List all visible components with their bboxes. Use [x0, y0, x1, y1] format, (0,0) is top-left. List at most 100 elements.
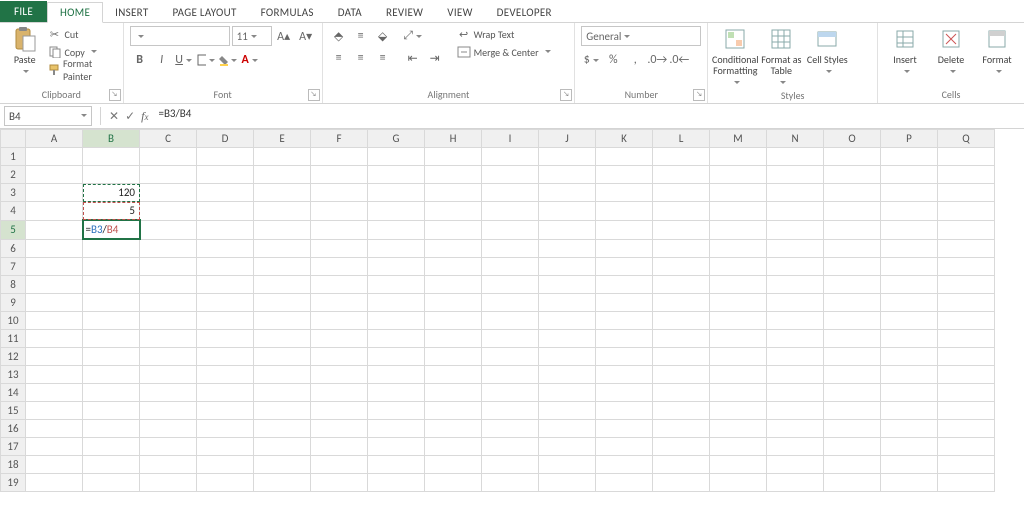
- cell-I6[interactable]: [482, 239, 539, 258]
- insert-cells-dropdown-icon[interactable]: [901, 67, 910, 78]
- cell-M5[interactable]: [710, 220, 767, 239]
- cell-E9[interactable]: [254, 294, 311, 312]
- format-as-table-dropdown-icon[interactable]: [777, 78, 786, 89]
- cell-N3[interactable]: [767, 184, 824, 202]
- cell-O14[interactable]: [824, 384, 881, 402]
- cell-I18[interactable]: [482, 456, 539, 474]
- cell-I5[interactable]: [482, 220, 539, 239]
- cell-F5[interactable]: [311, 220, 368, 239]
- italic-button[interactable]: I: [152, 50, 172, 70]
- cell-Q9[interactable]: [938, 294, 995, 312]
- cell-N5[interactable]: [767, 220, 824, 239]
- cell-C2[interactable]: [140, 166, 197, 184]
- align-bottom-button[interactable]: ⬙: [373, 26, 393, 46]
- cell-L18[interactable]: [653, 456, 710, 474]
- cell-Q8[interactable]: [938, 276, 995, 294]
- cell-Q12[interactable]: [938, 348, 995, 366]
- percent-format-button[interactable]: %: [603, 50, 623, 70]
- cell-M7[interactable]: [710, 258, 767, 276]
- cell-I15[interactable]: [482, 402, 539, 420]
- cell-E5[interactable]: [254, 220, 311, 239]
- format-cells-button[interactable]: Format: [976, 26, 1018, 78]
- cell-M1[interactable]: [710, 148, 767, 166]
- column-header-I[interactable]: I: [482, 130, 539, 148]
- bold-button[interactable]: B: [130, 50, 150, 70]
- cell-P6[interactable]: [881, 239, 938, 258]
- cell-K9[interactable]: [596, 294, 653, 312]
- cell-B1[interactable]: [83, 148, 140, 166]
- cell-P9[interactable]: [881, 294, 938, 312]
- cell-P13[interactable]: [881, 366, 938, 384]
- align-top-button[interactable]: ⬘: [329, 26, 349, 46]
- cell-N19[interactable]: [767, 474, 824, 492]
- cell-B10[interactable]: [83, 312, 140, 330]
- cell-C8[interactable]: [140, 276, 197, 294]
- cell-O12[interactable]: [824, 348, 881, 366]
- cell-M16[interactable]: [710, 420, 767, 438]
- accounting-format-button[interactable]: $: [581, 50, 601, 70]
- cell-F14[interactable]: [311, 384, 368, 402]
- format-cells-dropdown-icon[interactable]: [993, 67, 1002, 78]
- underline-button[interactable]: U: [174, 50, 194, 70]
- conditional-formatting-dropdown-icon[interactable]: [731, 78, 740, 89]
- name-box[interactable]: B4: [4, 106, 92, 126]
- cell-N11[interactable]: [767, 330, 824, 348]
- cell-G13[interactable]: [368, 366, 425, 384]
- cell-K4[interactable]: [596, 202, 653, 221]
- cell-M13[interactable]: [710, 366, 767, 384]
- cell-P8[interactable]: [881, 276, 938, 294]
- cell-C12[interactable]: [140, 348, 197, 366]
- cell-N13[interactable]: [767, 366, 824, 384]
- cell-L19[interactable]: [653, 474, 710, 492]
- cell-C3[interactable]: [140, 184, 197, 202]
- cell-G17[interactable]: [368, 438, 425, 456]
- cell-D15[interactable]: [197, 402, 254, 420]
- alignment-dialog-launcher[interactable]: ↘: [560, 89, 572, 101]
- cell-A17[interactable]: [26, 438, 83, 456]
- cell-L7[interactable]: [653, 258, 710, 276]
- cell-K7[interactable]: [596, 258, 653, 276]
- cell-G10[interactable]: [368, 312, 425, 330]
- cell-H10[interactable]: [425, 312, 482, 330]
- cell-G7[interactable]: [368, 258, 425, 276]
- cell-K2[interactable]: [596, 166, 653, 184]
- cell-C18[interactable]: [140, 456, 197, 474]
- cell-O6[interactable]: [824, 239, 881, 258]
- format-as-table-button[interactable]: Format as Table: [760, 26, 802, 89]
- cut-button[interactable]: ✂Cut: [48, 26, 117, 42]
- cell-B11[interactable]: [83, 330, 140, 348]
- cell-M3[interactable]: [710, 184, 767, 202]
- cell-O17[interactable]: [824, 438, 881, 456]
- cell-C13[interactable]: [140, 366, 197, 384]
- cell-F19[interactable]: [311, 474, 368, 492]
- cell-B17[interactable]: [83, 438, 140, 456]
- cell-Q18[interactable]: [938, 456, 995, 474]
- cell-O4[interactable]: [824, 202, 881, 221]
- formula-input[interactable]: =B3/B4: [152, 107, 1024, 125]
- column-header-K[interactable]: K: [596, 130, 653, 148]
- cell-F3[interactable]: [311, 184, 368, 202]
- delete-cells-dropdown-icon[interactable]: [947, 67, 956, 78]
- cell-G2[interactable]: [368, 166, 425, 184]
- font-family-dropdown[interactable]: [130, 26, 230, 46]
- cell-C4[interactable]: [140, 202, 197, 221]
- row-header-11[interactable]: 11: [1, 330, 26, 348]
- cell-J2[interactable]: [539, 166, 596, 184]
- cell-F17[interactable]: [311, 438, 368, 456]
- column-header-G[interactable]: G: [368, 130, 425, 148]
- cell-O10[interactable]: [824, 312, 881, 330]
- row-header-6[interactable]: 6: [1, 239, 26, 258]
- row-header-5[interactable]: 5: [1, 220, 26, 239]
- row-header-7[interactable]: 7: [1, 258, 26, 276]
- cell-I12[interactable]: [482, 348, 539, 366]
- cell-I11[interactable]: [482, 330, 539, 348]
- cell-D3[interactable]: [197, 184, 254, 202]
- cell-E17[interactable]: [254, 438, 311, 456]
- cell-G15[interactable]: [368, 402, 425, 420]
- cell-styles-dropdown-icon[interactable]: [823, 67, 832, 78]
- tab-page-layout[interactable]: PAGE LAYOUT: [160, 3, 248, 22]
- select-all-corner[interactable]: [1, 130, 26, 148]
- cell-E6[interactable]: [254, 239, 311, 258]
- cell-N1[interactable]: [767, 148, 824, 166]
- cell-K18[interactable]: [596, 456, 653, 474]
